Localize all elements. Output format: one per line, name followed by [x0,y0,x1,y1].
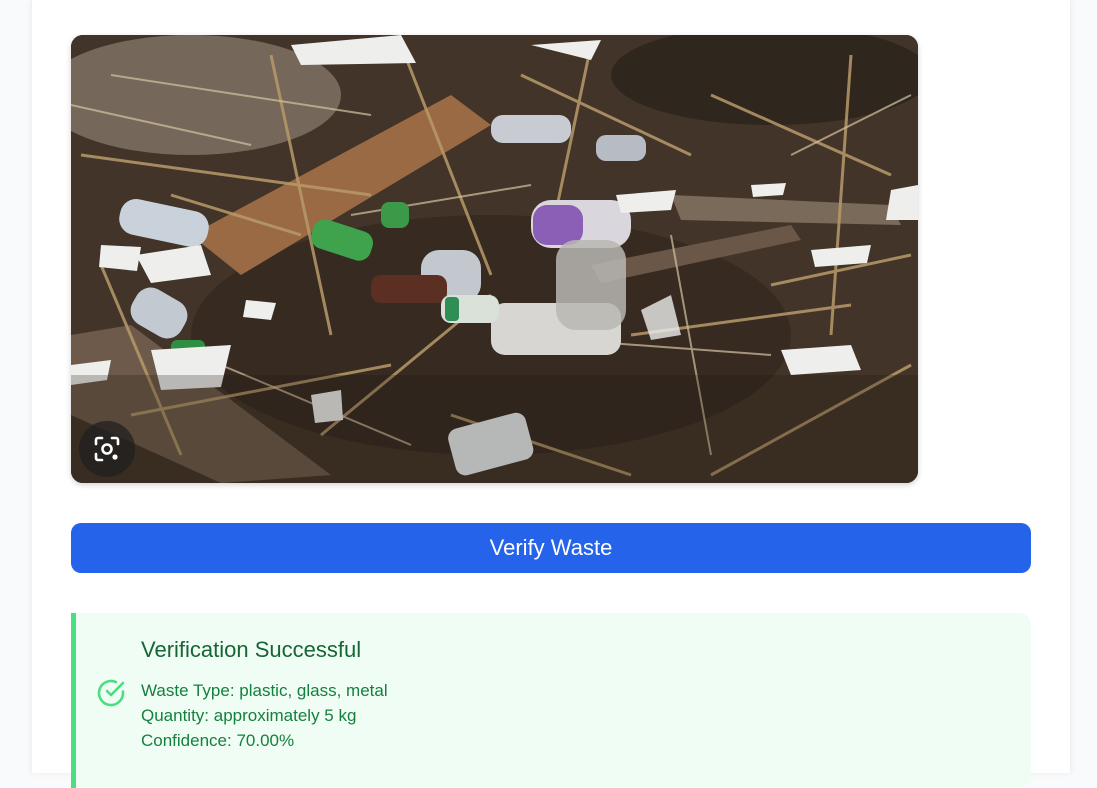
waste-type-text: Waste Type: plastic, glass, metal [141,681,388,700]
check-circle-icon [96,678,126,708]
verify-waste-button[interactable]: Verify Waste [71,523,1031,573]
waste-image-preview [71,35,918,483]
quantity-text: Quantity: approximately 5 kg [141,706,357,725]
confidence-text: Confidence: 70.00% [141,731,295,750]
lens-search-icon[interactable] [79,421,135,477]
result-title: Verification Successful [141,637,362,662]
